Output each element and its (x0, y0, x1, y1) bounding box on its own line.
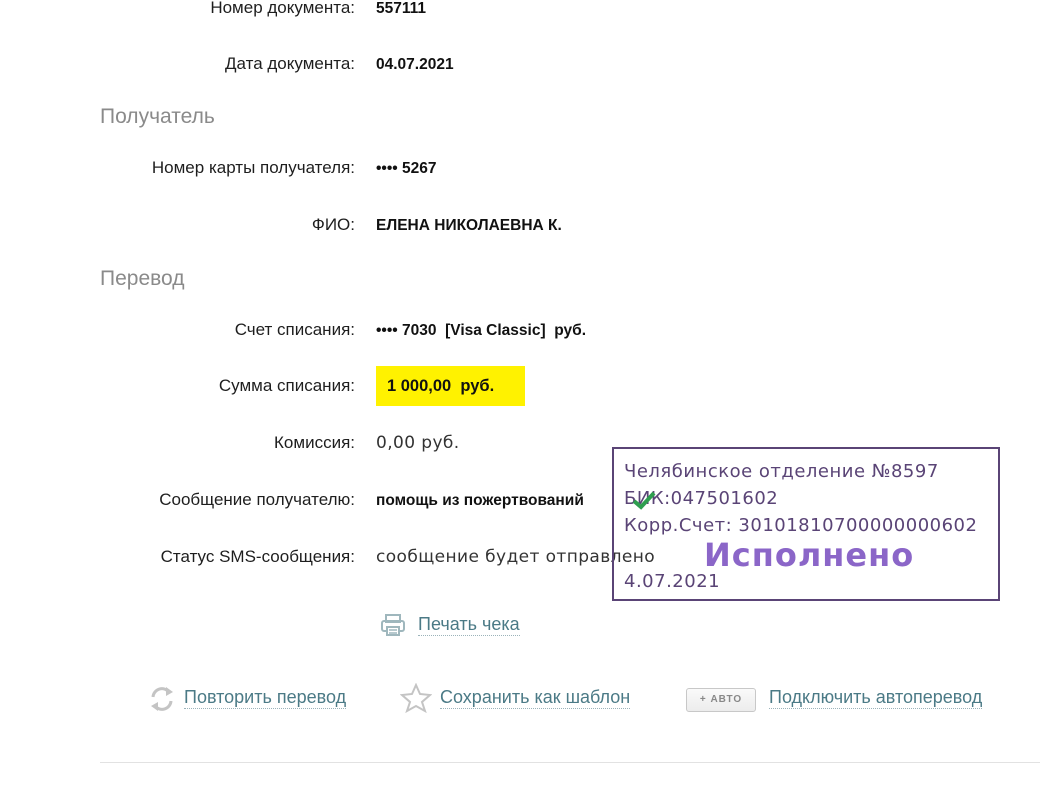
recipient-section-title: Получатель (100, 105, 215, 128)
stamp-corr-account: Корр.Счет: 30101810700000000602 (624, 515, 978, 536)
fee-value: 0,00 руб. (376, 433, 460, 453)
star-icon[interactable] (399, 682, 433, 718)
sms-status-label: Статус SMS-сообщения: (160, 547, 355, 566)
printer-icon[interactable] (380, 613, 406, 642)
repeat-transfer-link[interactable]: Повторить перевод (184, 686, 347, 709)
recipient-card-value: •••• 5267 (376, 160, 437, 177)
transfer-section-title: Перевод (100, 267, 185, 290)
recipient-name-value: ЕЛЕНА НИКОЛАЕВНА К. (376, 217, 562, 234)
stamp-date: 4.07.2021 (624, 571, 721, 592)
fee-label: Комиссия: (274, 433, 355, 452)
document-number-value: 557111 (376, 0, 427, 17)
amount-label: Сумма списания: (218, 376, 355, 395)
bank-stamp: Челябинское отделение №8597 БИК:04750160… (612, 447, 1000, 601)
document-date-value: 04.07.2021 (376, 56, 454, 73)
save-template-link[interactable]: Сохранить как шаблон (440, 686, 631, 709)
amount-value-highlight: 1 000,00 руб. (376, 366, 525, 406)
stamp-branch: Челябинское отделение №8597 (624, 461, 939, 482)
document-number-row: Номер документа: 557111 (0, 0, 1040, 22)
bottom-divider (100, 762, 1040, 763)
debit-account-value: •••• 7030 [Visa Classic] руб. (376, 322, 587, 339)
recipient-card-label: Номер карты получателя: (151, 158, 355, 177)
message-label: Сообщение получателю: (159, 490, 355, 509)
document-date-row: Дата документа: 04.07.2021 (0, 54, 1040, 78)
auto-badge-label: АВТО (710, 694, 743, 705)
message-value: помощь из пожертвований (376, 492, 584, 509)
recipient-name-label: ФИО: (311, 215, 355, 234)
debit-account-label: Счет списания: (234, 320, 355, 339)
stamp-status: Исполнено (704, 536, 915, 574)
repeat-icon[interactable] (148, 684, 176, 719)
document-number-label: Номер документа: (210, 0, 355, 17)
document-date-label: Дата документа: (225, 54, 355, 73)
auto-transfer-badge[interactable]: + АВТО (686, 688, 756, 712)
debit-account-row: Счет списания: •••• 7030 [Visa Classic] … (0, 320, 1040, 344)
print-receipt-link[interactable]: Печать чека (418, 613, 520, 636)
connect-auto-transfer-link[interactable]: Подключить автоперевод (769, 686, 983, 709)
recipient-card-row: Номер карты получателя: •••• 5267 (0, 158, 1040, 182)
sber-logo-icon (632, 490, 656, 516)
recipient-name-row: ФИО: ЕЛЕНА НИКОЛАЕВНА К. (0, 215, 1040, 239)
plus-icon: + (699, 694, 711, 705)
